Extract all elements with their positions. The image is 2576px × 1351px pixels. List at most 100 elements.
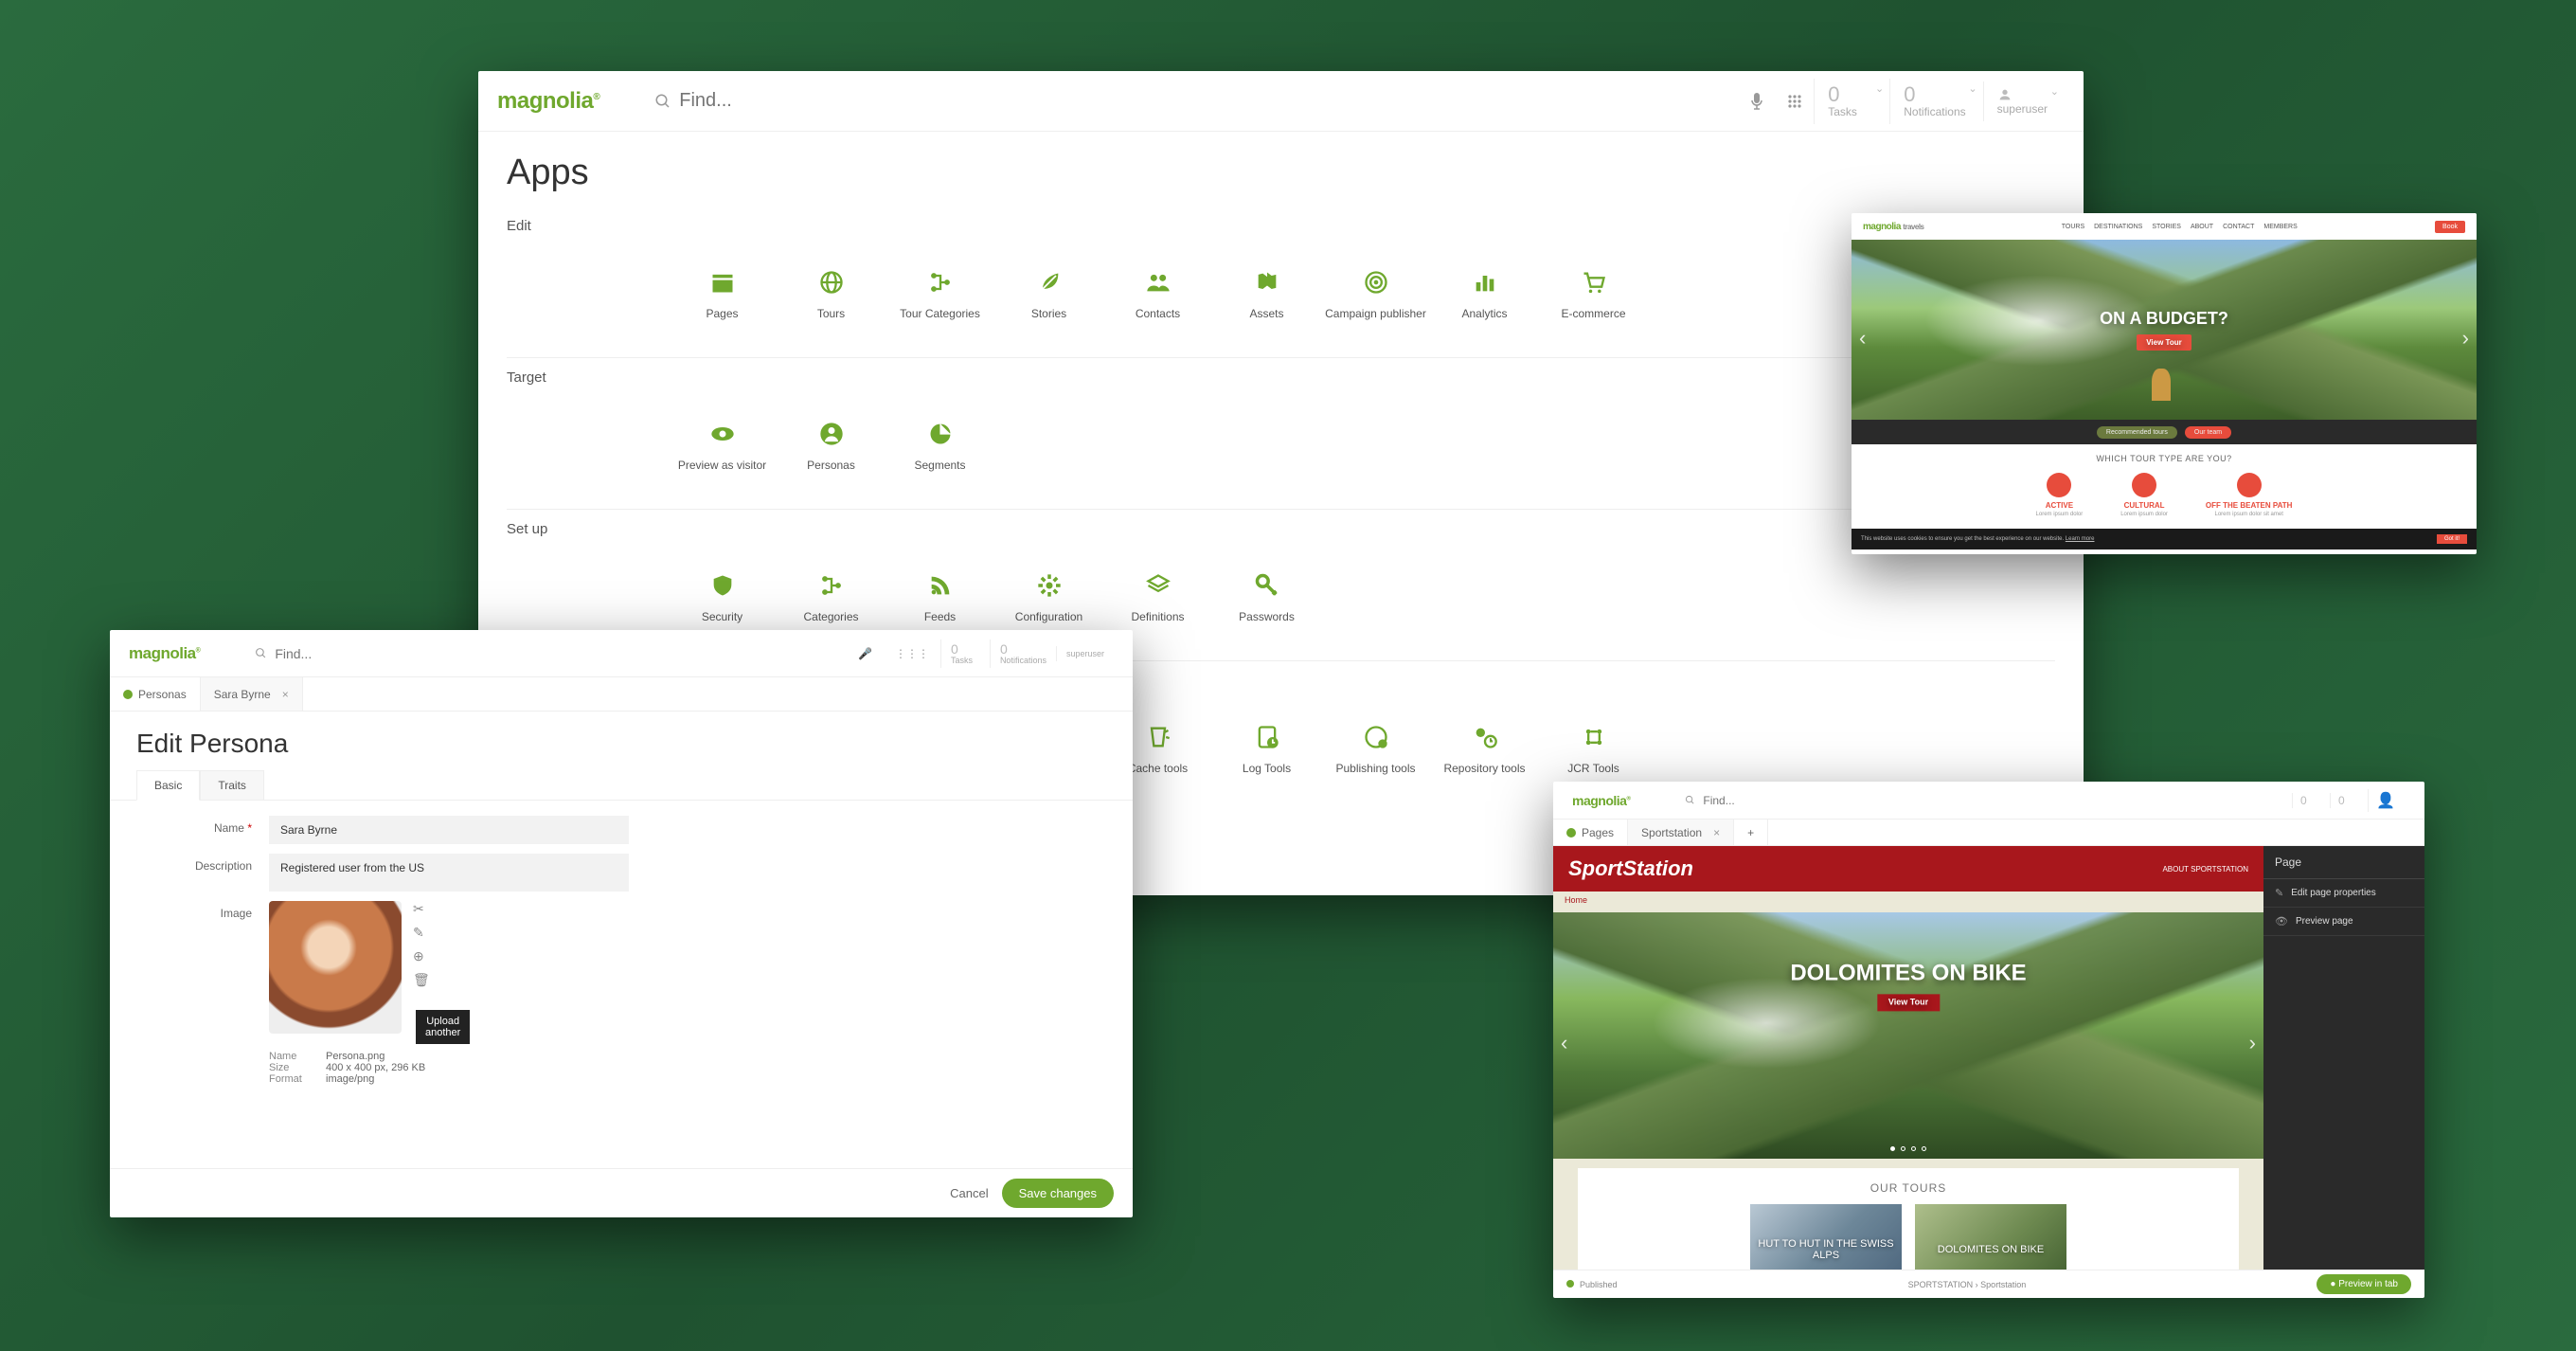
tile-analytics[interactable]: Analytics xyxy=(1430,247,1539,340)
tasks-indicator[interactable]: 0Tasks xyxy=(940,639,990,668)
header-right: 0 Tasks ⌄ 0 Notifications ⌄ superuser ⌄ xyxy=(1738,79,2065,124)
preview-in-tab-button[interactable]: ● Preview in tab xyxy=(2317,1274,2411,1294)
section-label-target: Target xyxy=(507,357,2055,393)
tile-stories[interactable]: Stories xyxy=(994,247,1103,340)
view-tour-button[interactable]: View Tour xyxy=(1877,995,1940,1012)
name-input[interactable] xyxy=(269,816,629,844)
cancel-button[interactable]: Cancel xyxy=(950,1186,988,1200)
crop-icon[interactable]: ✂ xyxy=(413,901,430,917)
search-input[interactable] xyxy=(275,646,388,661)
tile-label: Contacts xyxy=(1136,307,1180,320)
tab-pages[interactable]: Pages xyxy=(1553,820,1628,845)
apps-header: magnolia® 0 Tasks ⌄ 0 Notifications ⌄ xyxy=(478,71,2084,132)
tile-e-commerce[interactable]: E-commerce xyxy=(1539,247,1648,340)
notifications-indicator[interactable]: 0 xyxy=(2330,793,2368,808)
tile-tours[interactable]: Tours xyxy=(777,247,886,340)
pill-team[interactable]: Our team xyxy=(2185,426,2231,439)
search-input[interactable] xyxy=(679,90,887,112)
mic-icon[interactable] xyxy=(1738,92,1776,111)
tour-type-active[interactable]: ACTIVELorem ipsum dolor xyxy=(2036,473,2084,517)
view-tour-button[interactable]: View Tour xyxy=(2137,334,2191,351)
subtab-traits[interactable]: Traits xyxy=(200,770,264,800)
tile-contacts[interactable]: Contacts xyxy=(1103,247,1212,340)
tab-personas[interactable]: Personas xyxy=(110,677,201,711)
close-icon[interactable]: × xyxy=(282,688,289,701)
close-icon[interactable]: × xyxy=(1713,826,1720,839)
delete-icon[interactable]: 🗑 xyxy=(413,972,430,988)
search-wrap xyxy=(1685,794,2275,807)
tile-segments[interactable]: Segments xyxy=(886,399,994,492)
prev-arrow[interactable]: ‹ xyxy=(1859,326,1866,351)
grid-icon[interactable] xyxy=(1776,94,1814,109)
notifications-indicator[interactable]: 0Notifications xyxy=(990,639,1056,668)
desc-input[interactable]: Registered user from the US xyxy=(269,854,629,892)
tasks-indicator[interactable]: 0 Tasks ⌄ xyxy=(1814,79,1889,124)
edit-icon[interactable]: ✎ xyxy=(413,925,430,941)
tour-type-off-the-beaten-path[interactable]: OFF THE BEATEN PATHLorem ipsum dolor sit… xyxy=(2206,473,2293,517)
published-status: Published xyxy=(1566,1280,1618,1289)
side-preview-page[interactable]: 👁Preview page xyxy=(2263,908,2424,936)
next-arrow[interactable]: › xyxy=(2249,1031,2256,1055)
breadcrumb-home[interactable]: Home xyxy=(1553,892,2263,912)
tab-sara-byrne[interactable]: Sara Byrne× xyxy=(201,677,303,711)
section-label-edit: Edit xyxy=(507,207,2055,242)
category-icon xyxy=(2132,473,2156,497)
tile-pages[interactable]: Pages xyxy=(668,247,777,340)
eye-icon: 👁 xyxy=(2275,915,2288,928)
tile-campaign-publisher[interactable]: Campaign publisher xyxy=(1321,247,1430,340)
tile-preview-as-visitor[interactable]: Preview as visitor xyxy=(668,399,777,492)
nav-contact[interactable]: CONTACT xyxy=(2223,224,2254,230)
user-menu[interactable]: superuser ⌄ xyxy=(1983,81,2065,121)
about-link[interactable]: ABOUT SPORTSTATION xyxy=(2162,865,2248,874)
got-it-button[interactable]: Got it! xyxy=(2437,534,2467,544)
next-arrow[interactable]: › xyxy=(2462,326,2469,351)
search-input[interactable] xyxy=(1703,794,1798,807)
log-icon xyxy=(1252,722,1282,752)
tile-passwords[interactable]: Passwords xyxy=(1212,550,1321,643)
search-icon xyxy=(1685,795,1695,805)
tile-tour-categories[interactable]: Tour Categories xyxy=(886,247,994,340)
nav-destinations[interactable]: DESTINATIONS xyxy=(2094,224,2142,230)
persona-image xyxy=(269,901,402,1034)
tile-label: Preview as visitor xyxy=(678,459,766,472)
tile-personas[interactable]: Personas xyxy=(777,399,886,492)
chevron-down-icon: ⌄ xyxy=(1875,82,1884,95)
tab-sportstation[interactable]: Sportstation× xyxy=(1628,820,1734,845)
subtab-basic[interactable]: Basic xyxy=(136,770,200,801)
user-menu[interactable]: superuser xyxy=(1056,646,1114,661)
tour-card[interactable]: HUT TO HUT IN THE SWISS ALPS xyxy=(1750,1204,1902,1270)
book-button[interactable]: Book xyxy=(2435,221,2465,233)
nav-stories[interactable]: STORIES xyxy=(2152,224,2181,230)
side-edit-properties[interactable]: ✎Edit page properties xyxy=(2263,879,2424,908)
nav-tours[interactable]: TOURS xyxy=(2062,224,2084,230)
tile-label: Personas xyxy=(807,459,855,472)
tile-repository-tools[interactable]: Repository tools xyxy=(1430,702,1539,795)
save-changes-button[interactable]: Save changes xyxy=(1002,1179,1114,1208)
add-tab[interactable]: + xyxy=(1734,820,1768,845)
learn-more-link[interactable]: Learn more xyxy=(2066,536,2095,542)
travel-nav: TOURS DESTINATIONS STORIES ABOUT CONTACT MEMB… xyxy=(2062,224,2298,230)
tile-log-tools[interactable]: Log Tools xyxy=(1212,702,1321,795)
user-icon: 👤 xyxy=(2376,791,2395,810)
tile-publishing-tools[interactable]: Publishing tools xyxy=(1321,702,1430,795)
tile-assets[interactable]: Assets xyxy=(1212,247,1321,340)
nav-about[interactable]: ABOUT xyxy=(2191,224,2213,230)
search-icon xyxy=(654,93,671,110)
tasks-indicator[interactable]: 0 xyxy=(2292,793,2330,808)
prev-arrow[interactable]: ‹ xyxy=(1561,1031,1567,1055)
grid-icon[interactable]: ⋮⋮⋮ xyxy=(884,647,940,660)
pill-recommended[interactable]: Recommended tours xyxy=(2097,426,2177,439)
mic-icon[interactable]: 🎤 xyxy=(847,647,884,660)
tour-card[interactable]: DOLOMITES ON BIKE xyxy=(1915,1204,2066,1270)
sport-footer: Published SPORTSTATION › Sportstation ● … xyxy=(1553,1270,2424,1298)
leaf-icon xyxy=(1034,267,1064,297)
nav-members[interactable]: MEMBERS xyxy=(2263,224,2297,230)
tour-type-cultural[interactable]: CULTURALLorem ipsum dolor xyxy=(2120,473,2168,517)
user-menu[interactable]: 👤 xyxy=(2368,789,2406,812)
zoom-icon[interactable]: ⊕ xyxy=(413,948,430,964)
header-right: 0 0 👤 xyxy=(2292,789,2406,812)
upload-another-button[interactable]: Upload another xyxy=(416,1010,470,1044)
carousel-dots[interactable] xyxy=(1890,1146,1926,1151)
notifications-indicator[interactable]: 0 Notifications ⌄ xyxy=(1889,79,1982,124)
our-tours: OUR TOURS HUT TO HUT IN THE SWISS ALPS D… xyxy=(1578,1168,2239,1270)
